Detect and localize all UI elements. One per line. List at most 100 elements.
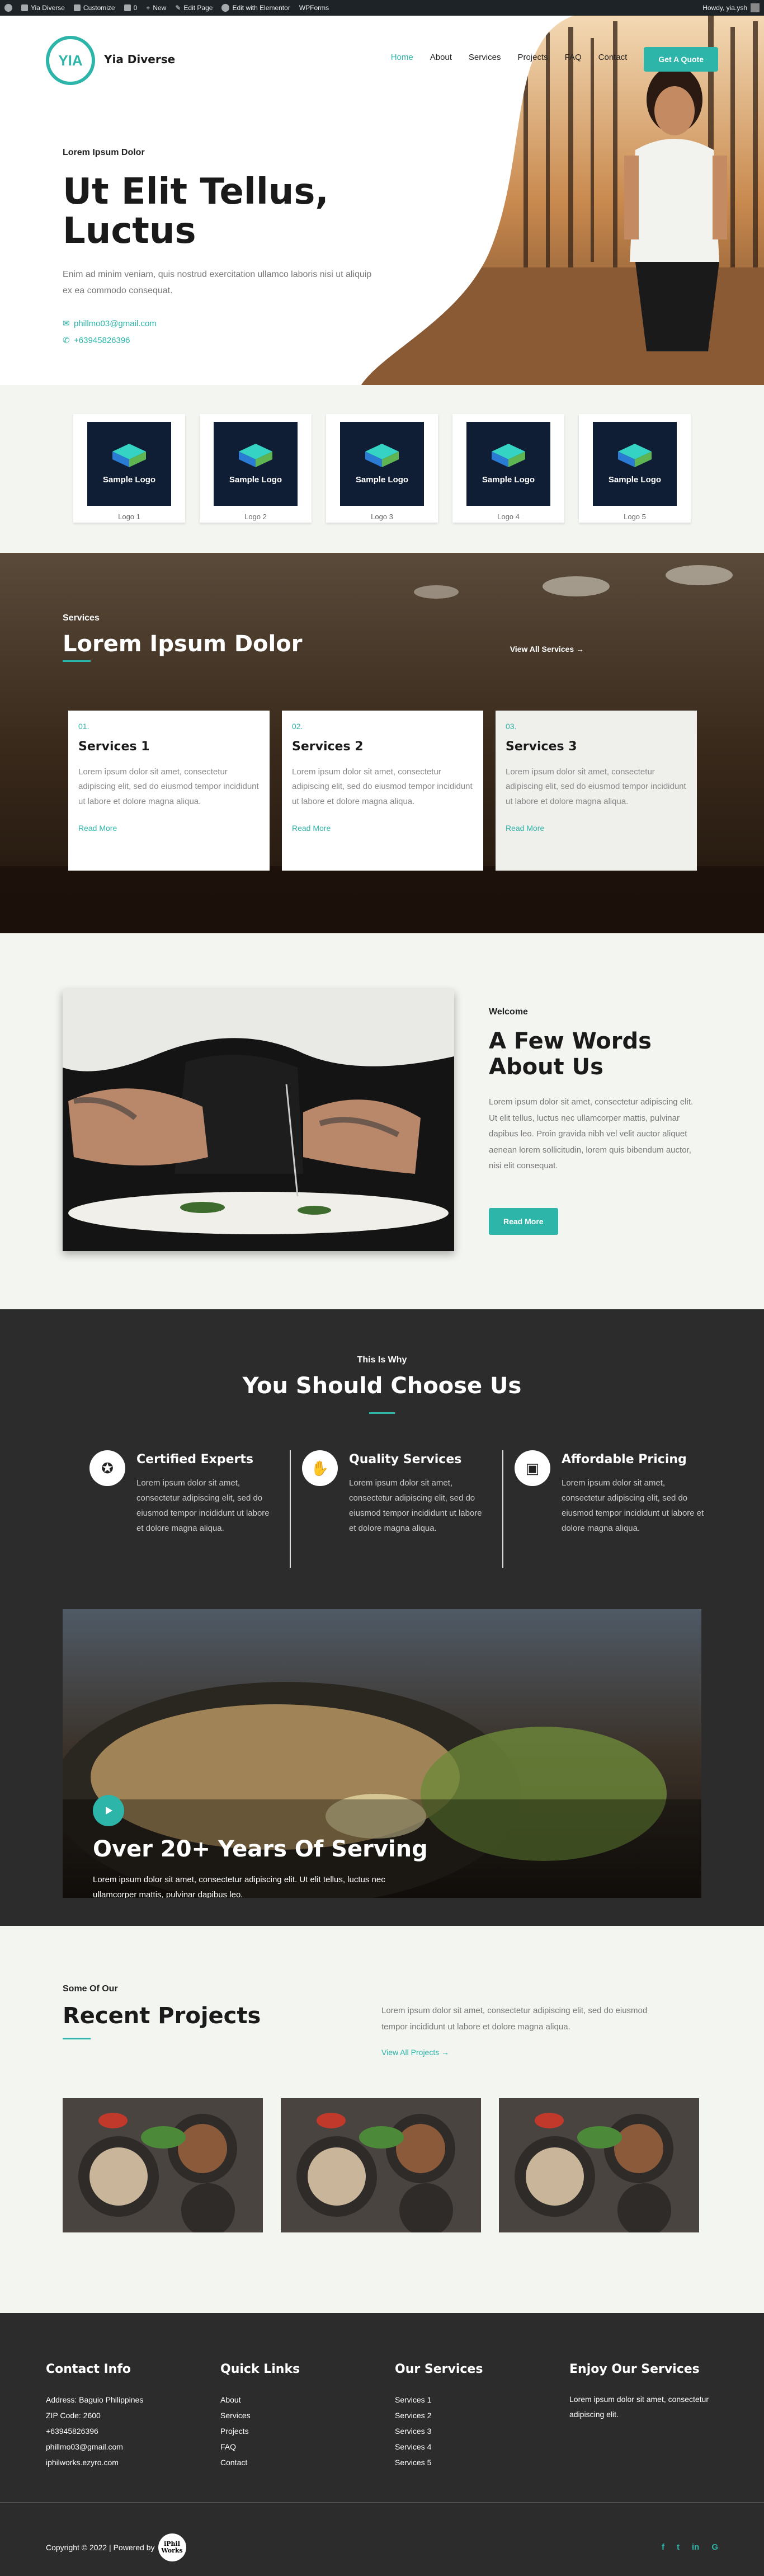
site-logo[interactable]: YIA	[46, 36, 95, 85]
site-footer: Contact Info Address: Baguio Philippines…	[0, 2313, 764, 2576]
client-logos: Sample Logo Logo 1 Sample Logo Logo 2 Sa…	[0, 385, 764, 553]
nav-home[interactable]: Home	[391, 53, 413, 62]
footer-link[interactable]: FAQ	[220, 2439, 377, 2455]
envelope-icon: ✉	[63, 319, 70, 329]
project-image[interactable]	[499, 2098, 699, 2232]
footer-service-link[interactable]: Services 3	[395, 2423, 551, 2439]
projects-grid	[63, 2098, 699, 2232]
serving-banner: Over 20+ Years Of Serving Lorem ipsum do…	[63, 1609, 701, 1898]
service-read-more-link[interactable]: Read More	[78, 824, 260, 833]
cube-icon	[112, 443, 146, 467]
linkedin-icon[interactable]: in	[692, 2542, 699, 2552]
admin-elementor-link[interactable]: Edit with Elementor	[221, 4, 290, 12]
nav-about[interactable]: About	[430, 53, 452, 62]
logo-image-text: Sample Logo	[229, 474, 282, 485]
view-all-services-link[interactable]: View All Services →	[510, 645, 584, 654]
service-number: 01.	[78, 722, 89, 731]
hero-phone[interactable]: ✆ +63945826396	[63, 332, 376, 349]
hero-email[interactable]: ✉ phillmo03@gmail.com	[63, 316, 376, 332]
logo-caption: Logo 2	[244, 513, 267, 521]
footer-phone[interactable]: +63945826396	[46, 2423, 202, 2439]
footer-service-link[interactable]: Services 2	[395, 2408, 551, 2423]
footer-link[interactable]: Projects	[220, 2423, 377, 2439]
admin-elementor-label: Edit with Elementor	[232, 4, 290, 12]
nav-projects[interactable]: Projects	[517, 53, 548, 62]
cube-icon	[239, 443, 272, 467]
sample-logo-image: Sample Logo	[593, 422, 677, 506]
service-card: 02. Services 2 Lorem ipsum dolor sit ame…	[282, 711, 483, 871]
service-read-more-link[interactable]: Read More	[292, 824, 473, 833]
footer-quick-links: Quick Links About Services Projects FAQ …	[220, 2362, 377, 2470]
feature-title: Affordable Pricing	[562, 1452, 687, 1466]
projects-title: Recent Projects	[63, 2003, 261, 2029]
site-title[interactable]: Yia Diverse	[104, 53, 175, 66]
chef-plating-photo	[63, 989, 454, 1251]
admin-account-menu[interactable]: Howdy, yia.ysh	[702, 3, 760, 12]
projects-kicker: Some Of Our	[63, 1984, 118, 1994]
logo-image-text: Sample Logo	[482, 474, 535, 485]
footer-contact: Contact Info Address: Baguio Philippines…	[46, 2362, 202, 2470]
twitter-icon[interactable]: t	[677, 2542, 680, 2552]
admin-customize-link[interactable]: Customize	[73, 4, 115, 12]
service-read-more-link[interactable]: Read More	[506, 824, 687, 833]
about-description: Lorem ipsum dolor sit amet, consectetur …	[489, 1097, 694, 1171]
footer-website[interactable]: iphilworks.ezyro.com	[46, 2455, 202, 2470]
admin-edit-page-label: Edit Page	[183, 4, 213, 12]
footer-copyright: Copyright © 2022 | Powered by iPhil Work…	[46, 2533, 186, 2561]
nav-services[interactable]: Services	[469, 53, 501, 62]
services-section: Services Lorem Ipsum Dolor View All Serv…	[0, 553, 764, 933]
logo-card: Sample Logo Logo 1	[73, 414, 185, 523]
footer-link[interactable]: Services	[220, 2408, 377, 2423]
footer-service-link[interactable]: Services 1	[395, 2392, 551, 2408]
admin-comments-link[interactable]: 0	[124, 4, 137, 12]
admin-edit-page-link[interactable]: ✎ Edit Page	[175, 4, 213, 12]
admin-new-link[interactable]: + New	[146, 4, 166, 12]
service-description: Lorem ipsum dolor sit amet, consectetur …	[292, 767, 473, 806]
view-all-projects-label: View All Projects	[381, 2048, 440, 2057]
feature-description: Lorem ipsum dolor sit amet, consectetur …	[136, 1478, 270, 1533]
footer-link[interactable]: Contact	[220, 2455, 377, 2470]
banner-title: Over 20+ Years Of Serving	[93, 1836, 428, 1862]
about-read-more-button[interactable]: Read More	[489, 1207, 558, 1235]
projects-description: Lorem ipsum dolor sit amet, consectetur …	[381, 2006, 648, 2032]
project-image[interactable]	[63, 2098, 263, 2232]
hero-phone-text: +63945826396	[74, 336, 130, 346]
services-kicker: Services	[63, 613, 100, 623]
hero-title: Ut Elit Tellus, Luctus	[63, 171, 329, 252]
iphil-works-logo-text: iPhil Works	[161, 2540, 183, 2554]
view-all-services-label: View All Services	[510, 645, 574, 654]
google-icon[interactable]: G	[711, 2542, 718, 2552]
about-section: Welcome A Few Words About Us Lorem ipsum…	[0, 933, 764, 1309]
view-all-projects-link[interactable]: View All Projects →	[381, 2048, 449, 2057]
services-cards: 01. Services 1 Lorem ipsum dolor sit ame…	[68, 711, 697, 871]
facebook-icon[interactable]: f	[662, 2542, 664, 2552]
admin-wpforms-link[interactable]: WPForms	[299, 4, 329, 12]
footer-heading: Enjoy Our Services	[569, 2362, 700, 2376]
service-name: Services 1	[78, 740, 150, 754]
footer-service-link[interactable]: Services 5	[395, 2455, 551, 2470]
service-description: Lorem ipsum dolor sit amet, consectetur …	[78, 767, 259, 806]
arrow-right-icon: →	[576, 645, 584, 654]
logo-image-text: Sample Logo	[608, 474, 662, 485]
admin-site-link[interactable]: Yia Diverse	[21, 4, 65, 12]
projects-section: Some Of Our Recent Projects Lorem ipsum …	[0, 1926, 764, 2313]
feature-description: Lorem ipsum dolor sit amet, consectetur …	[349, 1478, 482, 1533]
get-quote-button[interactable]: Get A Quote	[644, 47, 718, 72]
nav-contact[interactable]: Contact	[598, 53, 628, 62]
footer-service-link[interactable]: Services 4	[395, 2439, 551, 2455]
footer-email[interactable]: phillmo03@gmail.com	[46, 2439, 202, 2455]
logo-text: YIA	[58, 51, 83, 69]
wp-logo-icon[interactable]	[4, 4, 12, 12]
play-video-button[interactable]	[93, 1795, 124, 1826]
why-choose-us-section: This Is Why You Should Choose Us ✪ Certi…	[0, 1309, 764, 1926]
footer-link[interactable]: About	[220, 2392, 377, 2408]
footer-heading: Quick Links	[220, 2362, 300, 2376]
footer-zip: ZIP Code: 2600	[46, 2411, 101, 2420]
social-links: f t in G	[662, 2542, 718, 2552]
nav-faq[interactable]: FAQ	[565, 53, 582, 62]
project-image[interactable]	[281, 2098, 481, 2232]
services-inner: Services Lorem Ipsum Dolor View All Serv…	[63, 553, 701, 933]
iphil-works-logo[interactable]: iPhil Works	[158, 2533, 186, 2561]
hero-content: Lorem Ipsum Dolor Ut Elit Tellus, Luctus…	[63, 148, 376, 349]
footer-enjoy: Enjoy Our Services Lorem ipsum dolor sit…	[569, 2362, 715, 2422]
